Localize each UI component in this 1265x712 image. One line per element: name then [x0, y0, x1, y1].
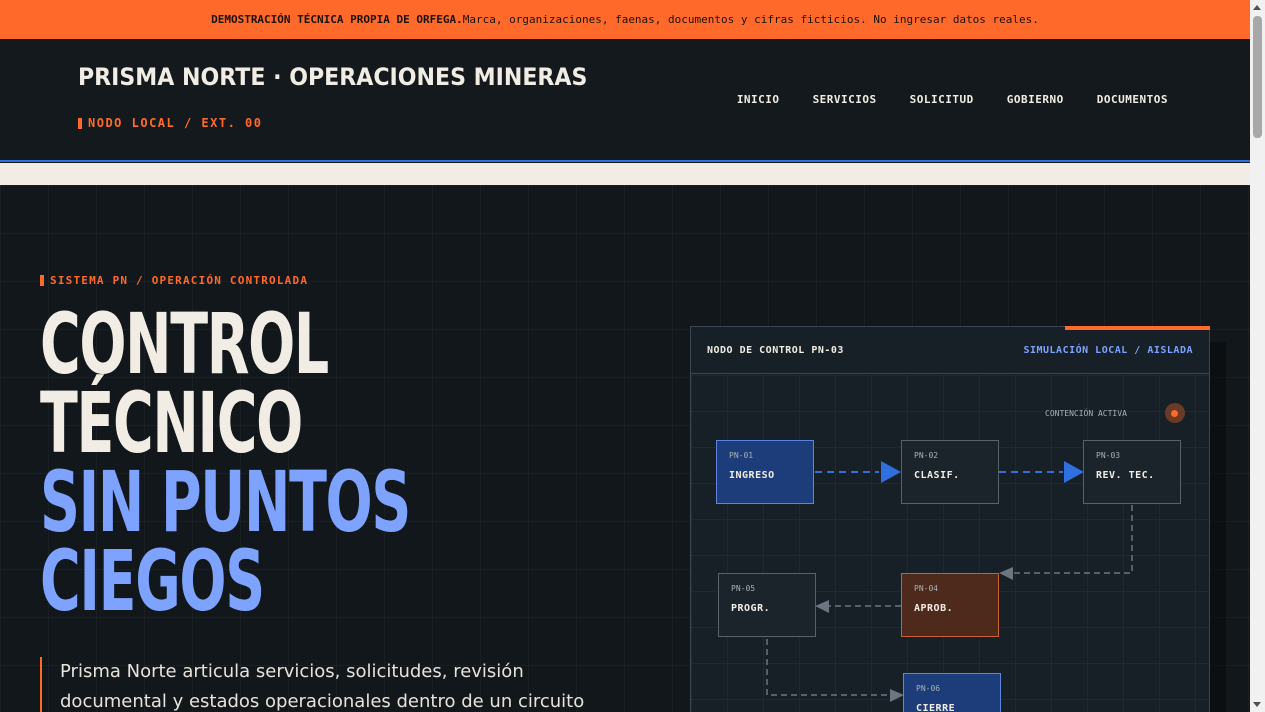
- node-text: NODO LOCAL / EXT. 00: [88, 116, 263, 130]
- stage-label: CLASIF.: [914, 470, 960, 481]
- hero-section: SISTEMA PN / OPERACIÓN CONTROLADA CONTRO…: [0, 185, 1250, 712]
- node-bar-icon: [78, 117, 82, 129]
- nav-documentos[interactable]: DOCUMENTOS: [1097, 93, 1168, 106]
- hero-lede: Prisma Norte articula servicios, solicit…: [40, 657, 630, 712]
- banner-text: Marca, organizaciones, faenas, documento…: [462, 13, 1039, 26]
- arrow-02-icon: [881, 461, 901, 483]
- demo-banner: DEMOSTRACIÓN TÉCNICA PROPIA DE ORFEGA. M…: [0, 0, 1250, 39]
- divider-strip: [0, 163, 1250, 185]
- flow-diagram: CONTENCIÓN ACTIVA PN-01 INGRESO PN-02 CL…: [691, 375, 1209, 712]
- connector-05-06: [766, 639, 890, 696]
- stage-code: PN-06: [916, 684, 941, 693]
- scroll-up-icon[interactable]: [1253, 5, 1261, 10]
- arrow-04-icon: [999, 567, 1013, 580]
- arrow-05-icon: [815, 600, 829, 613]
- headline-line-4: CIEGOS: [40, 532, 265, 630]
- panel-title: NODO DE CONTROL PN-03: [707, 344, 844, 356]
- arrow-06-icon: [890, 689, 904, 702]
- stage-label: APROB.: [914, 603, 954, 614]
- stage-label: INGRESO: [729, 470, 775, 481]
- page-scrollbar[interactable]: [1250, 0, 1265, 712]
- nav-gobierno[interactable]: GOBIERNO: [1007, 93, 1064, 106]
- stage-pn-06[interactable]: PN-06 CIERRE: [903, 673, 1001, 712]
- nav-servicios[interactable]: SERVICIOS: [813, 93, 877, 106]
- control-node-panel: NODO DE CONTROL PN-03 SIMULACIÓN LOCAL /…: [690, 326, 1210, 712]
- stage-label: CIERRE: [916, 703, 956, 712]
- main-nav: INICIO SERVICIOS SOLICITUD GOBIERNO DOCU…: [737, 93, 1168, 106]
- containment-label: CONTENCIÓN ACTIVA: [1045, 408, 1127, 418]
- stage-code: PN-01: [729, 451, 754, 460]
- connector-03-04: [1013, 505, 1133, 574]
- stage-code: PN-05: [731, 584, 756, 593]
- nav-solicitud[interactable]: SOLICITUD: [910, 93, 974, 106]
- nav-inicio[interactable]: INICIO: [737, 93, 780, 106]
- banner-bold-text: DEMOSTRACIÓN TÉCNICA PROPIA DE ORFEGA.: [211, 13, 463, 26]
- hero-headline: CONTROL TÉCNICO SIN PUNTOS CIEGOS: [40, 295, 601, 630]
- node-label: NODO LOCAL / EXT. 00: [78, 116, 263, 130]
- stage-pn-02[interactable]: PN-02 CLASIF.: [901, 440, 999, 504]
- stage-code: PN-02: [914, 451, 939, 460]
- stage-pn-03[interactable]: PN-03 REV. TEC.: [1083, 440, 1181, 504]
- brand-title[interactable]: PRISMA NORTE · OPERACIONES MINERAS: [78, 63, 587, 91]
- site-header: PRISMA NORTE · OPERACIONES MINERAS NODO …: [0, 39, 1250, 162]
- stage-label: PROGR.: [731, 603, 771, 614]
- eyebrow-bar-icon: [40, 275, 44, 286]
- arrow-03-icon: [1064, 461, 1084, 483]
- containment-status: CONTENCIÓN ACTIVA: [1045, 403, 1185, 423]
- panel-mode: SIMULACIÓN LOCAL / AISLADA: [1023, 344, 1193, 356]
- scroll-thumb[interactable]: [1253, 16, 1262, 138]
- stage-code: PN-04: [914, 584, 939, 593]
- stage-pn-05[interactable]: PN-05 PROGR.: [718, 573, 816, 637]
- panel-header: NODO DE CONTROL PN-03 SIMULACIÓN LOCAL /…: [691, 327, 1209, 374]
- scroll-down-icon[interactable]: [1253, 702, 1261, 707]
- eyebrow-text: SISTEMA PN / OPERACIÓN CONTROLADA: [50, 274, 309, 287]
- headline-line-2: TÉCNICO: [40, 374, 303, 472]
- headline-line-1: CONTROL: [40, 295, 329, 393]
- status-indicator-icon: [1164, 403, 1185, 423]
- hero-eyebrow: SISTEMA PN / OPERACIÓN CONTROLADA: [40, 274, 308, 287]
- stage-pn-01[interactable]: PN-01 INGRESO: [716, 440, 814, 504]
- flow-connectors: [766, 461, 1133, 702]
- headline-line-3: SIN PUNTOS: [40, 453, 411, 551]
- stage-pn-04[interactable]: PN-04 APROB.: [901, 573, 999, 637]
- stage-code: PN-03: [1096, 451, 1121, 460]
- stage-label: REV. TEC.: [1096, 470, 1155, 481]
